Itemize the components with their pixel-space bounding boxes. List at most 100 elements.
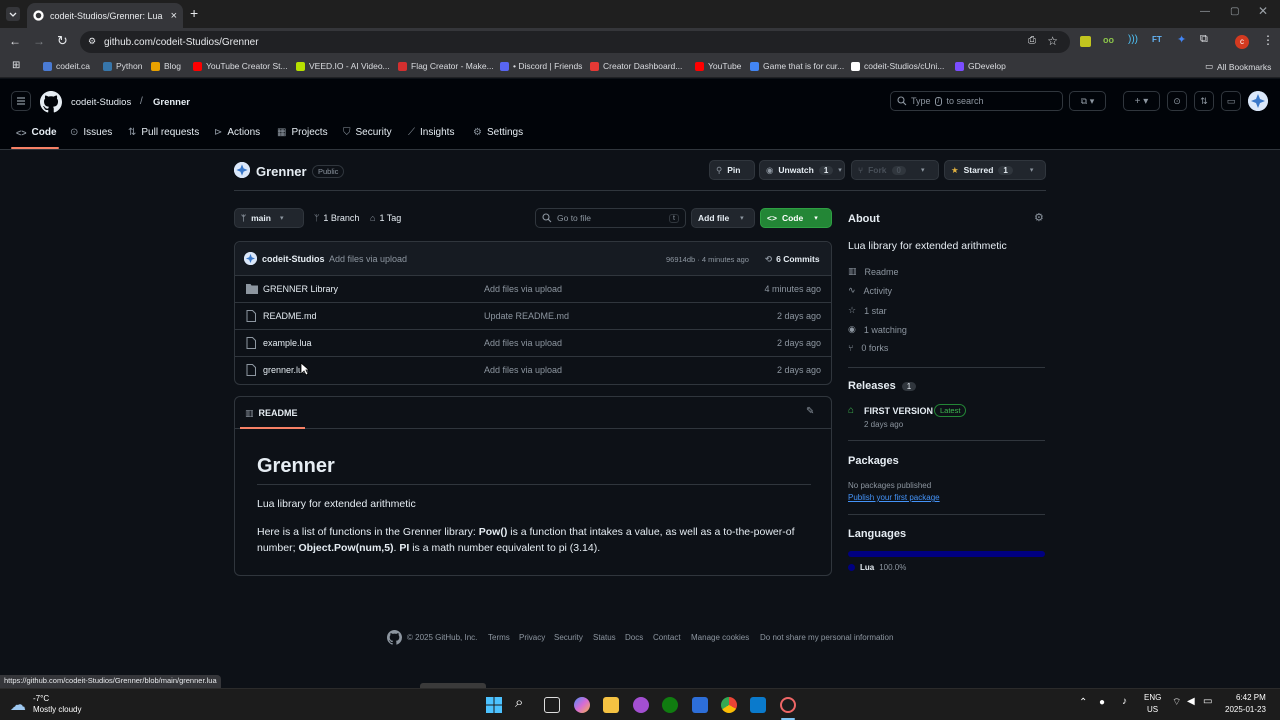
commit-author-avatar[interactable] — [244, 252, 257, 265]
extension-b-icon[interactable] — [1080, 36, 1091, 47]
bookmark-item[interactable]: Game that is for cur... — [750, 61, 844, 71]
add-file-button[interactable]: Add file ▾ — [691, 208, 755, 228]
task-view-icon[interactable] — [544, 697, 560, 713]
stars-link[interactable]: ☆ 1 star — [848, 305, 887, 316]
tab-close-icon[interactable]: × — [171, 10, 177, 22]
tab-projects[interactable]: ▦ Projects — [277, 127, 328, 138]
minimize-icon[interactable]: — — [1200, 6, 1210, 17]
chrome-menu-icon[interactable]: ⋮ — [1262, 33, 1274, 47]
bookmark-item[interactable]: YouTube — [695, 61, 741, 71]
profile-avatar[interactable]: c — [1235, 35, 1249, 49]
file-commit-message[interactable]: Add files via upload — [484, 365, 562, 375]
windows-start-icon[interactable] — [486, 697, 502, 713]
file-row[interactable]: GRENNER Library Add files via upload 4 min… — [235, 275, 831, 302]
github-logo-icon[interactable] — [40, 91, 62, 113]
bookmark-item[interactable]: YouTube Creator St... — [193, 61, 288, 71]
pulls-header-button[interactable]: ⇅ — [1194, 91, 1214, 111]
branch-select-button[interactable]: ᛘ main ▾ — [234, 208, 304, 228]
extension-signal-icon[interactable]: ))) — [1128, 34, 1138, 45]
create-new-button[interactable]: + ▾ — [1123, 91, 1160, 111]
all-bookmarks-button[interactable]: ▭ All Bookmarks — [1205, 61, 1271, 72]
tray-chevron-up-icon[interactable]: ⌃ — [1079, 697, 1087, 708]
publish-package-link[interactable]: Publish your first package — [848, 493, 940, 502]
hamburger-menu-button[interactable] — [11, 91, 31, 111]
reload-icon[interactable]: ↻ — [57, 33, 68, 49]
tab-insights[interactable]: ⟋ Insights — [408, 127, 454, 138]
tab-pull-requests[interactable]: ⇅ Pull requests — [128, 127, 199, 138]
volume-icon[interactable]: ◀ — [1187, 696, 1195, 707]
activity-link[interactable]: ∿ Activity — [848, 285, 892, 296]
bookmark-star-icon[interactable]: ☆ — [1047, 34, 1058, 48]
go-to-file-input[interactable]: Go to file t — [535, 208, 686, 228]
wifi-icon[interactable]: ⌔ — [1172, 696, 1181, 709]
file-explorer-icon[interactable] — [603, 697, 619, 713]
commit-meta[interactable]: 96914db · 4 minutes ago — [666, 255, 749, 264]
code-button[interactable]: <> Code ▾ — [760, 208, 832, 228]
gear-icon[interactable]: ⚙ — [1034, 211, 1044, 224]
github-footer-logo-icon[interactable] — [387, 630, 402, 645]
tags-link[interactable]: ⌂ 1 Tag — [370, 213, 401, 223]
extension-ft-icon[interactable]: FT — [1152, 35, 1162, 44]
xbox-app-icon[interactable] — [662, 697, 678, 713]
footer-link[interactable]: Do not share my personal information — [760, 633, 893, 642]
tab-settings[interactable]: ⚙ Settings — [473, 127, 523, 138]
region-indicator[interactable]: US — [1147, 705, 1158, 714]
language-indicator[interactable]: ENG — [1144, 693, 1161, 702]
bookmark-item[interactable]: Python — [103, 61, 142, 71]
file-name[interactable]: README.md — [263, 311, 317, 321]
new-tab-icon[interactable]: + — [190, 5, 198, 21]
footer-link[interactable]: Status — [593, 633, 616, 642]
tray-app-icon[interactable]: ● — [1099, 697, 1105, 708]
chrome-app-icon[interactable] — [721, 697, 737, 713]
bookmark-item[interactable]: GDevelop — [955, 61, 1006, 71]
branches-link[interactable]: ᛘ 1 Branch — [314, 213, 359, 223]
taskbar-search-icon[interactable]: ⌕ — [515, 694, 523, 711]
language-lua[interactable]: Lua 100.0% — [848, 563, 906, 572]
footer-link[interactable]: Docs — [625, 633, 643, 642]
chrome-active-app-icon[interactable] — [780, 697, 796, 713]
obs-app-icon[interactable] — [633, 697, 649, 713]
window-close-icon[interactable]: ✕ — [1258, 4, 1268, 18]
repo-title[interactable]: Grenner — [256, 164, 307, 179]
file-commit-message[interactable]: Update README.md — [484, 311, 569, 321]
calculator-grid-icon[interactable] — [692, 697, 708, 713]
starred-button[interactable]: ★ Starred 1 ▾ — [944, 160, 1046, 180]
file-row[interactable]: grenner.lua Add files via upload 2 days ag… — [235, 356, 831, 383]
bookmark-item[interactable]: codeit.ca — [43, 61, 90, 71]
inbox-button[interactable]: ▭ — [1221, 91, 1241, 111]
footer-link[interactable]: Security — [554, 633, 583, 642]
user-avatar[interactable] — [1248, 91, 1268, 111]
releases-heading-link[interactable]: Releases 1 — [848, 380, 917, 392]
bookmark-item[interactable]: Blog — [151, 61, 181, 71]
apps-grid-icon[interactable]: ⊞ — [12, 60, 20, 71]
copilot-app-icon[interactable] — [574, 697, 590, 713]
file-row[interactable]: README.md Update README.md 2 days ago — [235, 302, 831, 329]
copilot-button[interactable]: ⧉ ▾ — [1069, 91, 1106, 111]
weather-cloud-icon[interactable]: ☁ — [10, 695, 26, 715]
site-info-icon[interactable]: ⚙ — [88, 36, 96, 47]
file-row[interactable]: example.lua Add files via upload 2 days ag… — [235, 329, 831, 356]
bookmark-item[interactable]: VEED.IO - AI Video... — [296, 61, 390, 71]
footer-link[interactable]: Privacy — [519, 633, 545, 642]
maximize-icon[interactable]: ▢ — [1230, 6, 1239, 17]
browser-tab[interactable]: codeit-Studios/Grenner: Lua lib… × — [27, 3, 183, 28]
weather-temp[interactable]: -7°C — [33, 694, 49, 703]
vscode-app-icon[interactable] — [750, 697, 766, 713]
unwatch-button[interactable]: ◉ Unwatch 1 ▾ — [759, 160, 845, 180]
back-icon[interactable]: ← — [9, 34, 21, 48]
bookmark-item[interactable]: codeit-Studios/cUni... — [851, 61, 944, 71]
tab-security[interactable]: ⛉ Security — [343, 127, 392, 138]
watching-link[interactable]: ◉ 1 watching — [848, 324, 907, 335]
forks-link[interactable]: ⑂ 0 forks — [848, 343, 888, 353]
packages-heading[interactable]: Packages — [848, 455, 899, 467]
readme-link[interactable]: ▥ Readme — [848, 266, 899, 277]
file-commit-message[interactable]: Add files via upload — [484, 338, 562, 348]
microphone-icon[interactable]: ♪ — [1122, 696, 1127, 707]
readme-tab[interactable]: ▥ README — [245, 408, 298, 419]
bookmark-item[interactable]: Creator Dashboard... — [590, 61, 682, 71]
commit-author[interactable]: codeit-Studios — [262, 254, 325, 264]
weather-text[interactable]: Mostly cloudy — [33, 705, 81, 714]
file-commit-message[interactable]: Add files via upload — [484, 284, 562, 294]
extensions-puzzle-icon[interactable]: ⧉ — [1200, 33, 1208, 46]
footer-link[interactable]: Terms — [488, 633, 510, 642]
